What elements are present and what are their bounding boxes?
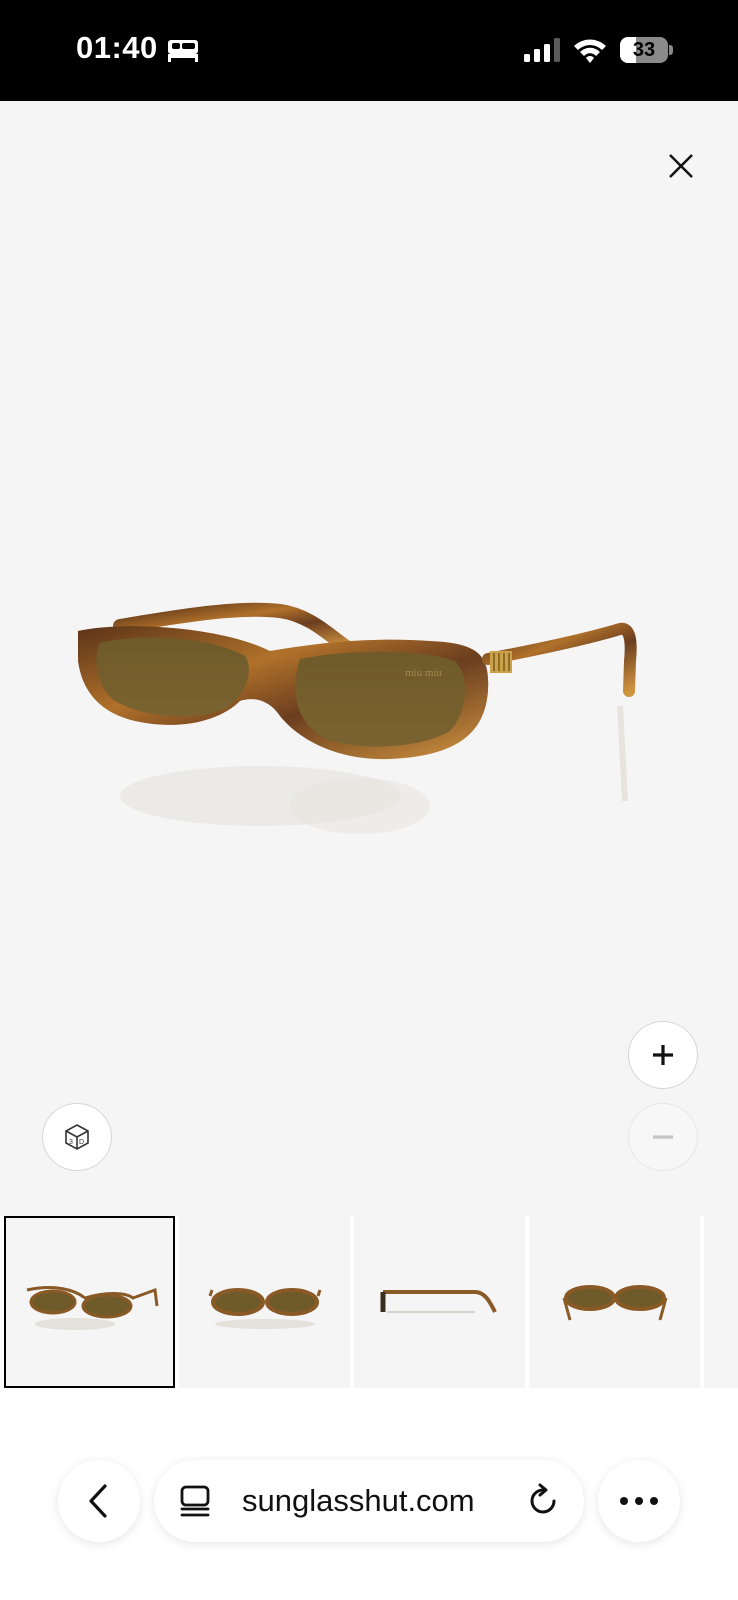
sunglasses-thumbnail <box>715 1262 738 1342</box>
more-horizontal-icon <box>620 1497 658 1505</box>
status-time: 01:40 <box>76 30 158 65</box>
plus-icon <box>653 1045 673 1065</box>
svg-text:D: D <box>79 1139 84 1146</box>
sleep-focus-icon <box>168 40 198 62</box>
chevron-left-icon <box>89 1484 107 1518</box>
wifi-icon <box>574 39 606 63</box>
thumbnail-front-view[interactable] <box>179 1216 350 1388</box>
back-button[interactable] <box>58 1460 140 1542</box>
url-text[interactable]: sunglasshut.com <box>242 1460 475 1542</box>
minus-icon <box>653 1135 673 1139</box>
product-image-viewer[interactable]: miu miu 3 D <box>0 101 738 1216</box>
thumbnail-strip[interactable] <box>0 1216 738 1390</box>
sunglasses-product-image[interactable]: miu miu <box>60 581 700 881</box>
zoom-out-button[interactable] <box>628 1103 698 1171</box>
sunglasses-thumbnail <box>208 1288 321 1329</box>
status-bar: 01:40 33 <box>0 0 738 101</box>
thumbnail-detail-view[interactable] <box>704 1216 738 1388</box>
view-3d-button[interactable]: 3 D <box>42 1103 112 1171</box>
sunglasses-thumbnail <box>26 1286 158 1330</box>
thumbnail-back-view[interactable] <box>529 1216 700 1388</box>
close-icon[interactable] <box>660 145 702 187</box>
thumbnail-angle-view[interactable] <box>4 1216 175 1388</box>
3d-cube-icon: 3 D <box>65 1124 89 1150</box>
battery-level: 33 <box>632 39 656 61</box>
tab-overview-icon[interactable] <box>178 1484 212 1518</box>
reload-icon[interactable] <box>524 1482 562 1520</box>
more-options-button[interactable] <box>598 1460 680 1542</box>
browser-bottom-bar: sunglasshut.com <box>0 1390 738 1600</box>
thumbnail-side-view[interactable] <box>354 1216 525 1388</box>
svg-text:3: 3 <box>69 1139 73 1146</box>
battery-icon: 33 <box>620 37 673 63</box>
address-bar[interactable]: sunglasshut.com <box>154 1460 584 1542</box>
zoom-in-button[interactable] <box>628 1021 698 1089</box>
sunglasses-thumbnail <box>562 1285 667 1321</box>
sunglasses-thumbnail <box>380 1290 497 1313</box>
lens-brand-mark: miu miu <box>405 667 442 679</box>
cellular-signal-icon <box>524 38 560 62</box>
